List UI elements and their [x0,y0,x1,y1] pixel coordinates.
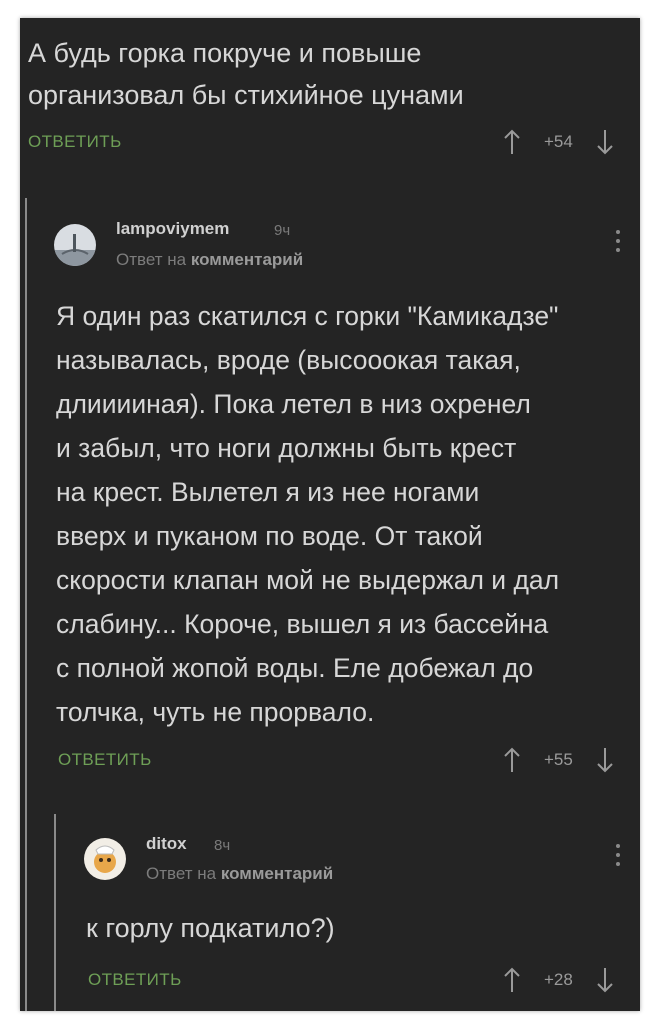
comment-text-line: называлась, вроде (высооокая такая, [56,345,521,375]
avatar[interactable] [84,838,126,880]
arrow-down-icon[interactable] [595,129,615,155]
arrow-up-icon[interactable] [502,747,522,773]
comment-text-line: слабину... Короче, вышел я из бассейна [56,609,549,639]
username[interactable]: lampoviymem [116,219,229,239]
arrow-down-icon[interactable] [595,967,615,993]
comment-text: А будь горка покруче и повыше организова… [28,32,588,116]
comment-text-line: и забыл, что ноги должны быть крест [56,433,517,463]
comment-text: к горлу подкатило?) [86,913,335,943]
reply-button[interactable]: ОТВЕТИТЬ [58,750,152,770]
timestamp: 9ч [274,222,291,239]
score: +55 [544,750,573,769]
more-vertical-icon[interactable] [614,230,622,258]
reply-to-link[interactable]: комментарий [221,864,333,883]
comment-text-line: скорости клапан мой не выдержал и дал [56,565,560,595]
username[interactable]: ditox [146,834,187,854]
comment-text-line: толчка, чуть не прорвало. [56,697,375,727]
comment-text-line: на крест. Вылетел я из нее ногами [56,477,480,507]
score: +28 [544,970,573,989]
score: +54 [544,132,573,151]
comment-text: Я один раз скатился с горки "Камикадзе" … [56,294,632,734]
comment-text-line: с полной жопой воды. Еле добежал до [56,653,534,683]
reply-to-label: Ответ на комментарий [116,250,303,270]
reply-button[interactable]: ОТВЕТИТЬ [28,132,122,152]
reply-to-label: Ответ на комментарий [146,864,333,884]
comment-text-line: А будь горка покруче и повыше [28,38,422,68]
more-vertical-icon[interactable] [614,844,622,872]
reply-to-prefix: Ответ на [146,864,221,883]
vote-controls: +28 [502,967,615,993]
thread-line[interactable] [54,814,56,1011]
arrow-up-icon[interactable] [502,129,522,155]
vote-controls: +55 [502,747,615,773]
comment-text-line: длииииная). Пока летел в низ охренел [56,389,531,419]
timestamp: 8ч [214,837,231,854]
reply-to-link[interactable]: комментарий [191,250,303,269]
arrow-up-icon[interactable] [502,967,522,993]
avatar[interactable] [54,224,96,266]
reply-to-prefix: Ответ на [116,250,191,269]
comment-text-line: вверх и пуканом по воде. От такой [56,521,483,551]
arrow-down-icon[interactable] [595,747,615,773]
reply-button[interactable]: ОТВЕТИТЬ [88,970,182,990]
comment-text-line: организовал бы стихийное цунами [28,80,464,110]
vote-controls: +54 [502,129,615,155]
thread-line[interactable] [25,198,27,1011]
comments-panel: А будь горка покруче и повыше организова… [20,18,640,1011]
comment-text-line: Я один раз скатился с горки "Камикадзе" [56,301,559,331]
